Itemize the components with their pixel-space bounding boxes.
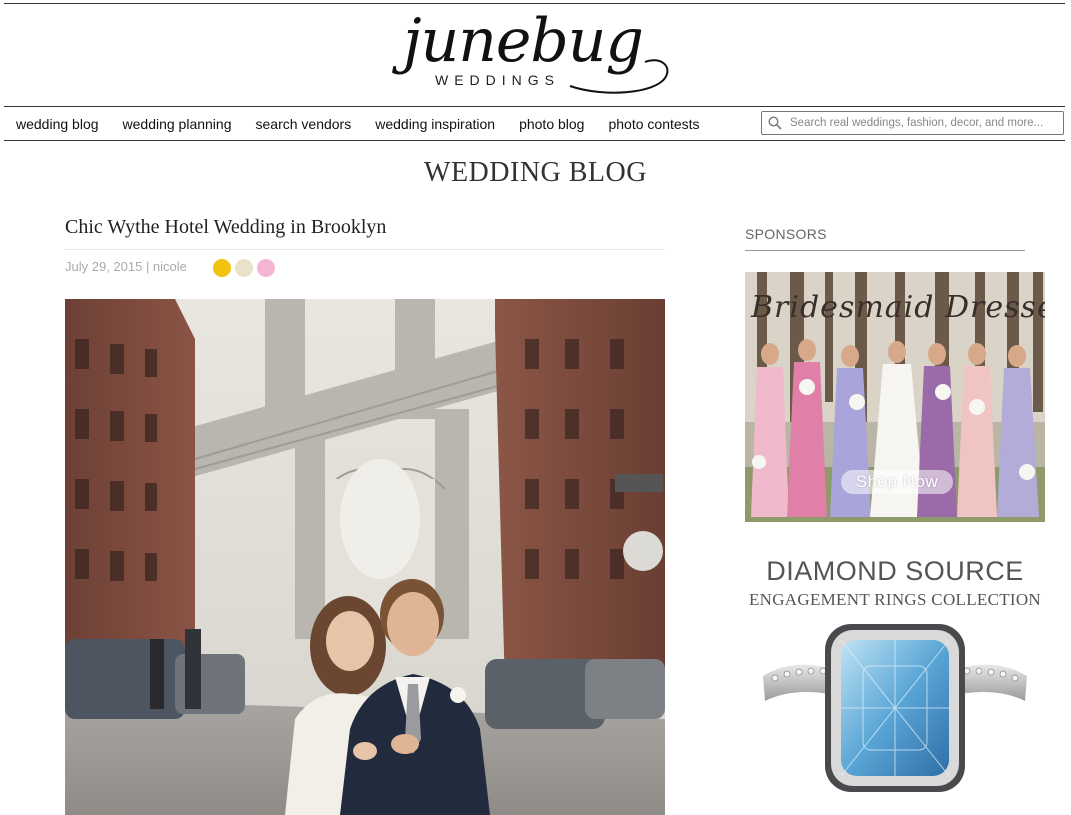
nav-item-wedding-blog[interactable]: wedding blog <box>16 116 99 132</box>
post-hero-photo[interactable] <box>65 299 665 815</box>
search-input[interactable] <box>790 117 1060 129</box>
sponsors-label: SPONSORS <box>745 226 827 242</box>
nav-item-wedding-inspiration[interactable]: wedding inspiration <box>375 116 495 132</box>
hero-photo-illustration <box>65 299 665 815</box>
palette-swatch-1[interactable] <box>213 259 231 277</box>
color-palette <box>213 259 279 277</box>
ring-illustration <box>763 624 1027 792</box>
page-title: WEDDING BLOG <box>424 157 647 188</box>
ad-bridesmaid-dresses[interactable]: Bridesmaid Dresses Shop Now <box>745 272 1045 522</box>
palette-swatch-3[interactable] <box>257 259 275 277</box>
ad1-title: Bridesmaid Dresses <box>751 290 1045 325</box>
site-logo[interactable]: junebug WEDDINGS <box>395 6 685 100</box>
ad2-title: DIAMOND SOURCE <box>766 556 1024 586</box>
logo-swash-icon <box>569 59 669 94</box>
search-icon[interactable] <box>768 116 782 130</box>
sponsors-divider <box>745 250 1025 251</box>
main-nav: wedding blog wedding planning search ven… <box>4 106 1065 141</box>
post-title[interactable]: Chic Wythe Hotel Wedding in Brooklyn <box>65 216 386 239</box>
post-divider <box>65 249 665 250</box>
top-rule <box>4 3 1065 4</box>
shop-now-button[interactable]: Shop Now <box>841 470 953 494</box>
ad-diamond-source[interactable]: DIAMOND SOURCE ENGAGEMENT RINGS COLLECTI… <box>745 548 1045 815</box>
nav-item-photo-blog[interactable]: photo blog <box>519 116 584 132</box>
palette-swatch-2[interactable] <box>235 259 253 277</box>
nav-item-search-vendors[interactable]: search vendors <box>256 116 352 132</box>
search-box[interactable] <box>761 111 1064 135</box>
nav-item-photo-contests[interactable]: photo contests <box>608 116 699 132</box>
logo-subtitle: WEDDINGS <box>435 72 560 88</box>
nav-item-wedding-planning[interactable]: wedding planning <box>123 116 232 132</box>
ad2-subtitle: ENGAGEMENT RINGS COLLECTION <box>748 590 1042 609</box>
post-meta: July 29, 2015 | nicole <box>65 259 187 274</box>
